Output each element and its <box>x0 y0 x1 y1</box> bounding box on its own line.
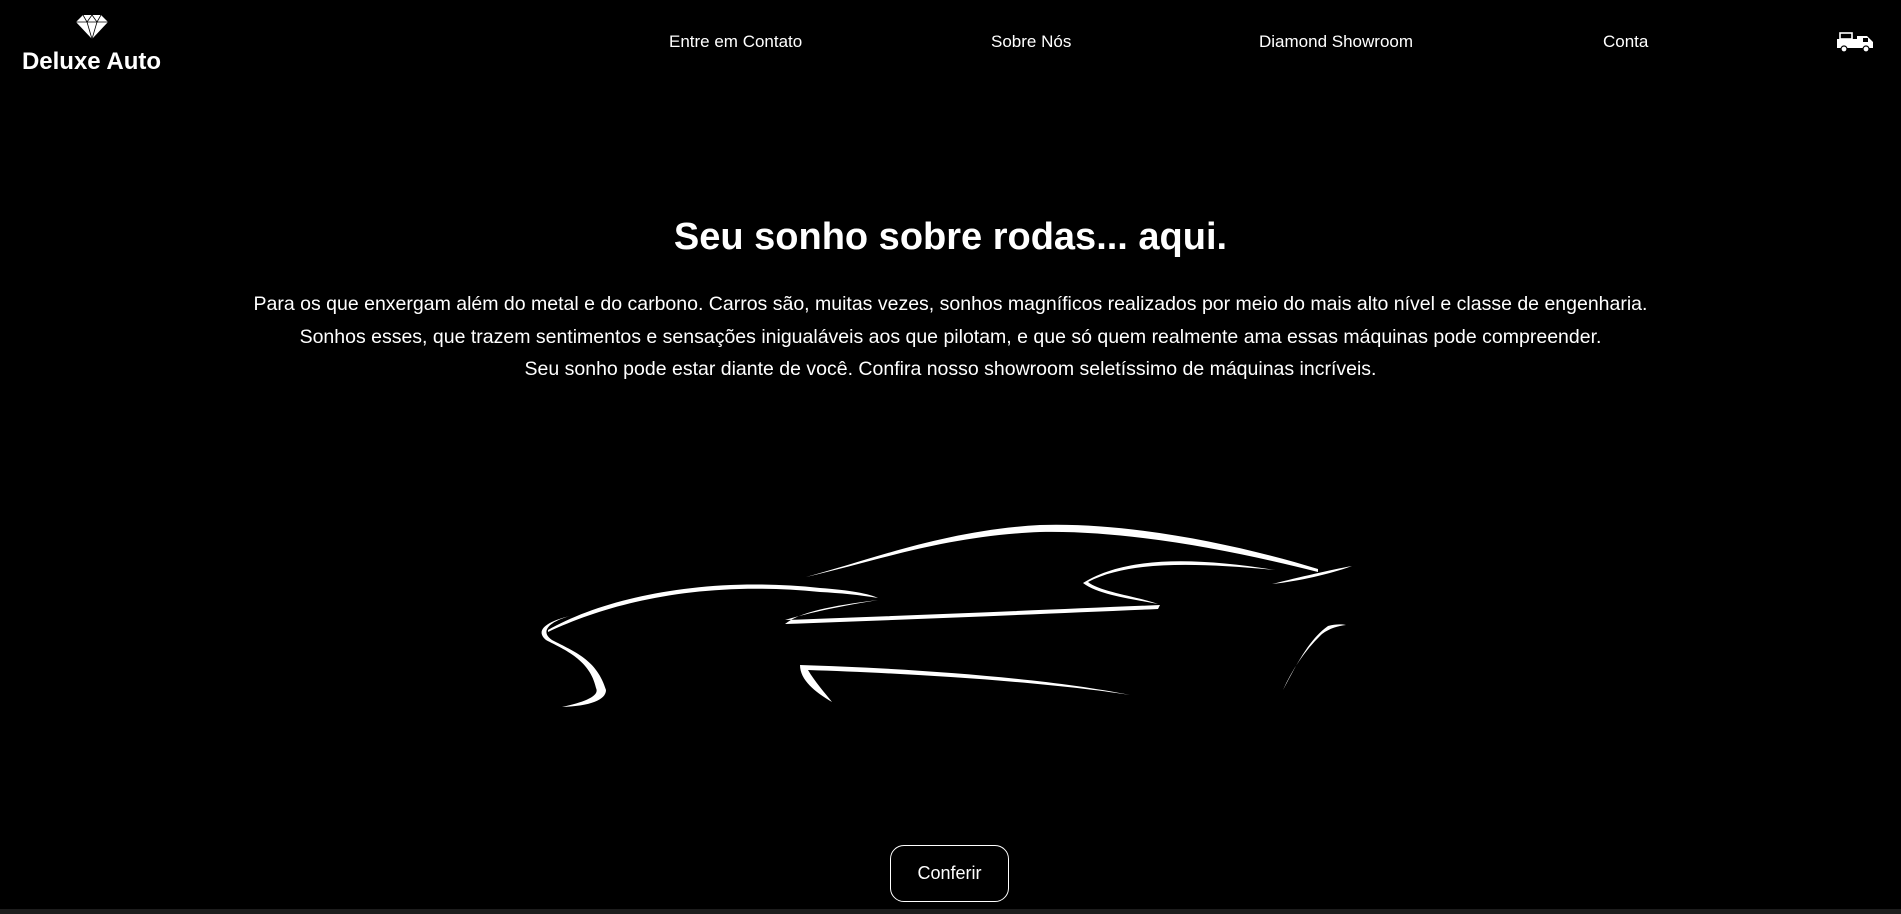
nav-link-contato[interactable]: Entre em Contato <box>669 32 802 52</box>
hero-title: Seu sonho sobre rodas... aqui. <box>673 216 1228 258</box>
hero-line-3: Seu sonho pode estar diante de você. Con… <box>524 358 1377 380</box>
nav-link-conta[interactable]: Conta <box>1603 32 1648 52</box>
hero-line-1: Para os que enxergam além do metal e do … <box>253 293 1648 315</box>
nav-link-diamond-showroom[interactable]: Diamond Showroom <box>1259 32 1413 52</box>
nav-link-sobre-nos[interactable]: Sobre Nós <box>991 32 1071 52</box>
brand-name: Deluxe Auto <box>21 48 162 75</box>
delivery-truck-icon[interactable] <box>1836 30 1876 54</box>
conferir-button[interactable]: Conferir <box>890 845 1009 902</box>
footer-divider <box>0 909 1901 914</box>
hero-line-2: Sonhos esses, que trazem sentimentos e s… <box>299 325 1602 348</box>
car-silhouette-illustration <box>541 524 1352 707</box>
hero-description: Para os que enxergam além do metal e do … <box>0 288 1901 386</box>
page: Deluxe Auto Entre em Contato Sobre Nós D… <box>0 0 1901 914</box>
diamond-icon <box>76 14 108 40</box>
brand-logo[interactable]: Deluxe Auto <box>19 14 164 78</box>
site-header: Deluxe Auto Entre em Contato Sobre Nós D… <box>0 0 1901 90</box>
